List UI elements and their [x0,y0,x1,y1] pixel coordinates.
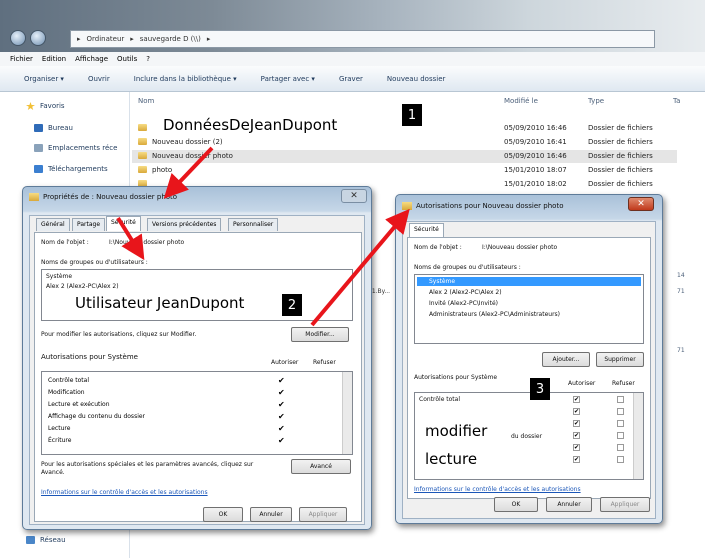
annotation-modifier: modifier [425,422,488,440]
annotation-user-name: Utilisateur JeanDupont [75,294,245,312]
arrow-folder [163,146,214,199]
annotation-badge-1: 1 [402,104,422,126]
annotation-folder-name: DonnéesDeJeanDupont [163,116,338,134]
annotation-arrows [116,146,410,327]
arrow-modifier [310,208,410,327]
annotation-badge-3: 3 [530,378,550,400]
annotation-badge-2: 2 [282,294,302,316]
arrow-security-tab [116,216,145,261]
annotation-lecture: lecture [425,450,478,468]
